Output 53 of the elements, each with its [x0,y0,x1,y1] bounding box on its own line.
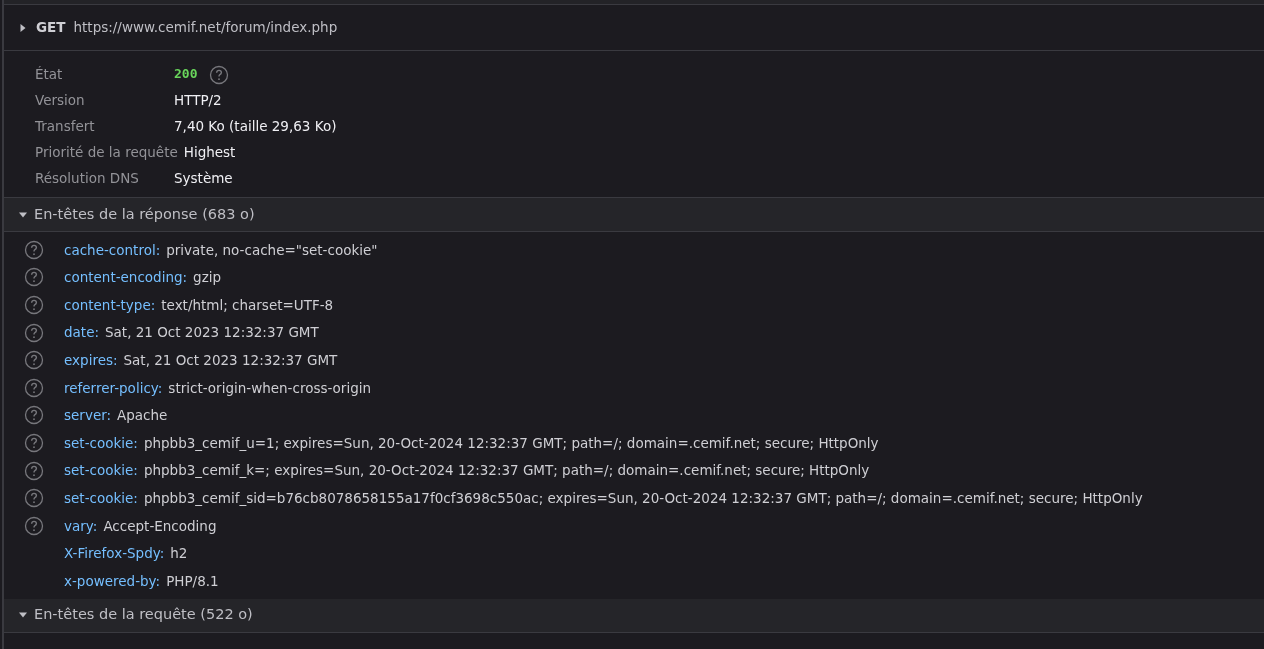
header-value: strict-origin-when-cross-origin [168,378,372,398]
field-value: 7,40 Ko (taille 29,63 Ko) [174,116,337,136]
help-icon[interactable] [24,460,44,481]
header-name: content-encoding: [64,268,188,288]
header-value: h2 [170,544,188,564]
header-name: date: [64,323,99,343]
help-icon[interactable] [24,377,44,398]
field-value: HTTP/2 [174,90,222,110]
header-value: phpbb3_cemif_k=; expires=Sun, 20-Oct-2024 12:32:37 GMT; path=/; domain=.cemif.net; secure; HttpOnly [143,461,870,481]
help-icon[interactable] [209,65,230,85]
header-value: Apache [117,406,168,426]
status-code: 200 [174,65,198,84]
header-value: gzip [193,268,222,288]
collapsed-arrow-icon[interactable] [18,22,28,33]
help-icon[interactable] [24,515,44,536]
help-icon[interactable] [24,405,44,426]
field-label: Résolution DNS [35,168,140,188]
header-value: PHP/8.1 [166,571,219,591]
help-icon[interactable] [24,432,44,453]
header-name: content-type: [64,295,156,315]
header-value: private, no-cache="set-cookie" [166,240,378,260]
header-name: X-Firefox-Spdy: [64,544,165,564]
help-icon[interactable] [24,350,44,371]
header-value: phpbb3_cemif_u=1; expires=Sun, 20-Oct-2024 12:32:37 GMT; path=/; domain=.cemif.net; secure; HttpOnly [143,433,879,453]
header-name: vary: [64,516,98,536]
header-value: Accept-Encoding [103,516,217,536]
request-method: GET [36,18,66,38]
section-title[interactable]: En-têtes de la réponse (683 o) [34,203,255,226]
header-name: set-cookie: [64,461,138,481]
header-name: server: [64,406,112,426]
help-icon[interactable] [24,267,44,288]
field-value: Système [174,168,233,188]
header-name: cache-control: [64,240,161,260]
help-icon[interactable] [24,322,44,343]
field-label: Priorité de la requête [35,142,178,162]
field-value: Highest [183,142,236,162]
help-icon[interactable] [24,488,44,509]
header-name: expires: [64,351,118,371]
section-title[interactable]: En-têtes de la requête (522 o) [34,604,253,627]
help-icon[interactable] [24,239,44,260]
header-name: set-cookie: [64,489,138,508]
header-name: set-cookie: [64,433,138,453]
header-value: Sat, 21 Oct 2023 12:32:37 GMT [123,351,338,371]
header-value: Sat, 21 Oct 2023 12:32:37 GMT [105,323,319,343]
header-value: text/html; charset=UTF-8 [161,295,334,315]
header-name: referrer-policy: [64,378,163,398]
header-name: x-powered-by: [64,571,161,591]
header-value: phpbb3_cemif_sid=b76cb8078658155a17f0cf3698c550ac; expires=Sun, 20-Oct-2024 12:32:37 GMT; path=/; domain=.cemif.net; secure; HttpOnly [143,489,1143,508]
field-label: Version [35,90,86,110]
field-label: État [35,64,64,84]
field-label: Transfert [35,116,96,136]
request-url: https://www.cemif.net/forum/index.php [73,18,338,38]
help-icon[interactable] [24,295,44,315]
